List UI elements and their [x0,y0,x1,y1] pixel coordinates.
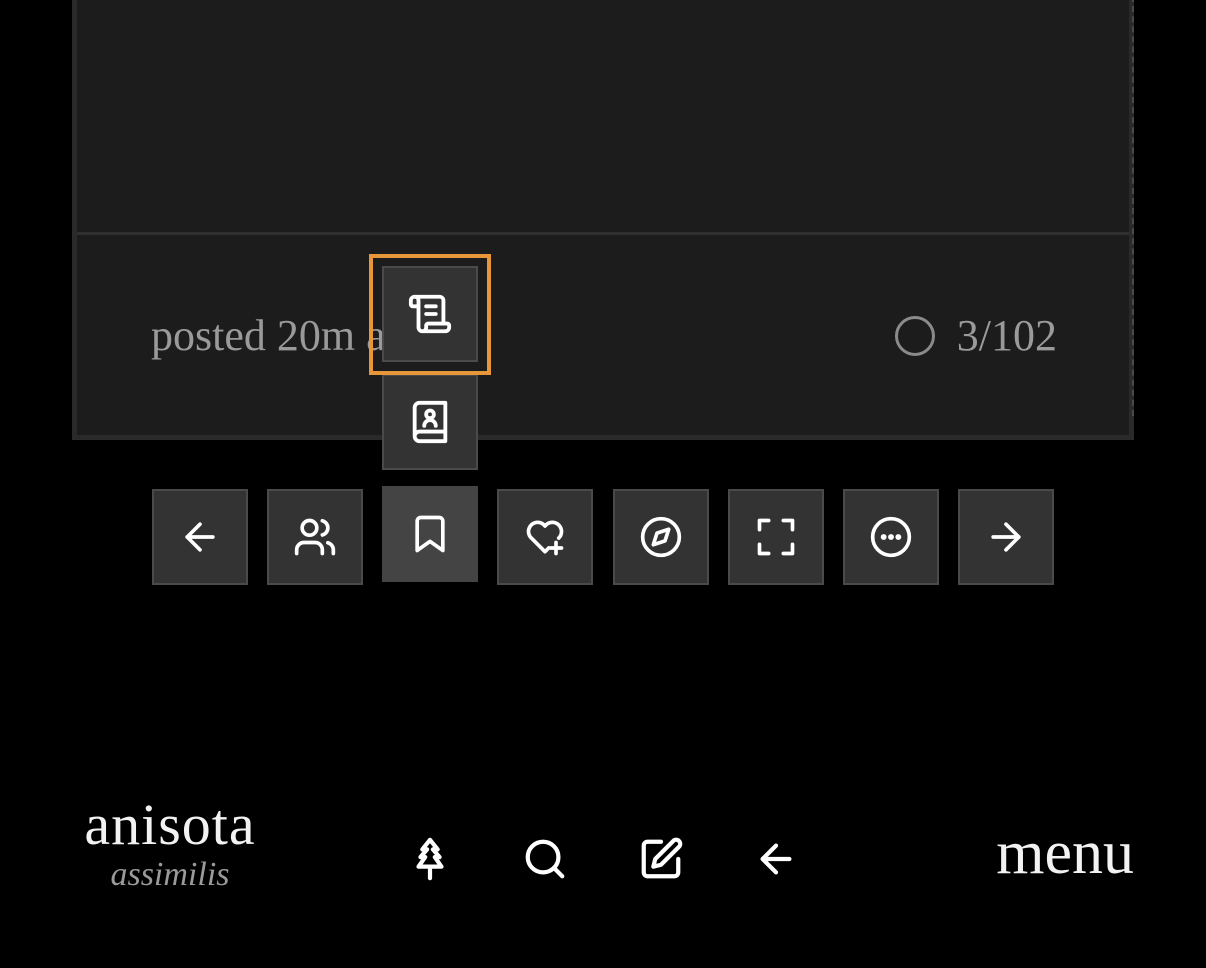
menu-link[interactable]: menu [996,822,1134,884]
bookmark-button[interactable] [382,486,478,582]
contact-book-icon [412,400,448,444]
scroll-icon [408,294,452,334]
dashed-edge [1132,0,1134,416]
brand-logo[interactable]: anisota assimilis [72,796,268,892]
more-button[interactable] [843,489,939,585]
nav-tree-button[interactable] [405,834,455,884]
users-button[interactable] [267,489,363,585]
fullscreen-icon [757,518,795,556]
more-horizontal-icon [870,516,912,558]
brand-name: anisota [84,792,256,857]
back-arrow-icon [760,843,792,875]
next-button[interactable] [958,489,1054,585]
search-icon [525,839,565,879]
post-card: posted 20m ago 3/102 [72,0,1134,440]
popup-item-contact-book[interactable] [382,374,478,470]
nav-search-button[interactable] [520,834,570,884]
nav-back-button[interactable] [751,834,801,884]
nav-compose-button[interactable] [636,834,686,884]
reply-count: 3/102 [956,311,1057,360]
like-button[interactable] [497,489,593,585]
card-divider [77,232,1129,235]
explore-button[interactable] [613,489,709,585]
fullscreen-button[interactable] [728,489,824,585]
tree-icon [416,837,444,881]
arrow-left-icon [185,522,215,552]
edit-icon [641,837,683,879]
compass-icon [640,516,682,558]
arrow-right-icon [991,522,1021,552]
popup-item-scroll[interactable] [382,266,478,362]
bookmark-icon [415,515,445,553]
circle-icon [894,315,935,356]
previous-button[interactable] [152,489,248,585]
brand-subtitle: assimilis [110,856,230,893]
users-icon [294,518,336,556]
reply-status[interactable]: 3/102 [894,310,1057,361]
heart-plus-icon [526,520,564,556]
